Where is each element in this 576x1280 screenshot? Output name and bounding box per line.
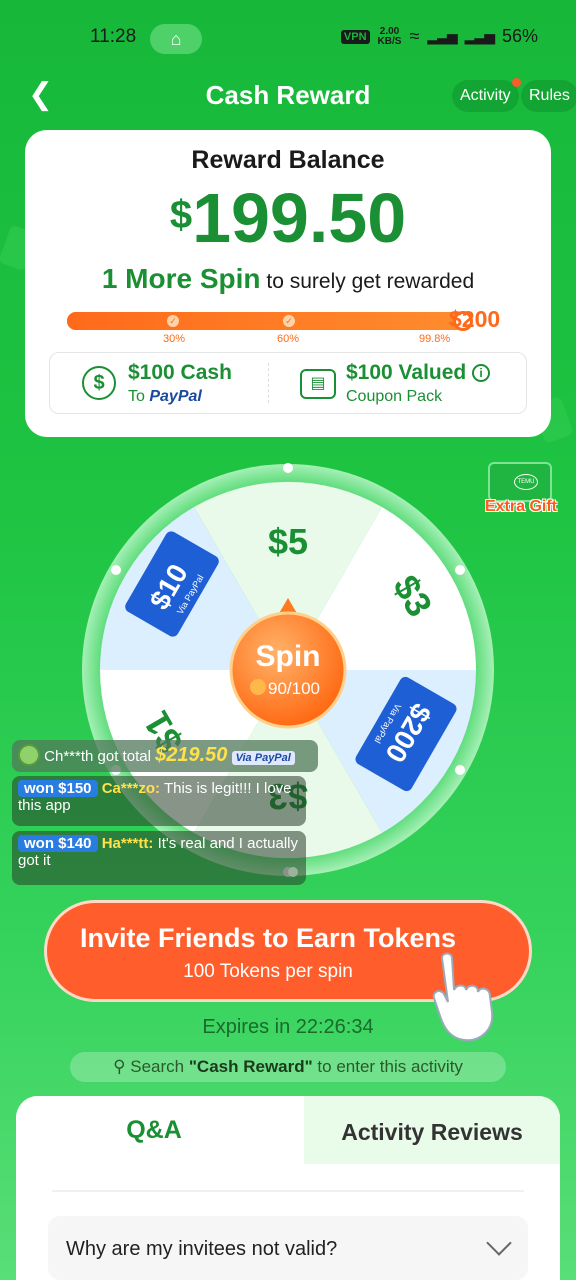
milestone-label: 60% — [277, 333, 300, 345]
milestone-label: 99.8% — [419, 333, 451, 345]
coupon-option-sub: Coupon Pack — [346, 388, 443, 405]
reward-options: $ $100 Cash To PayPal ▤ $100 Valued i Co… — [49, 352, 527, 414]
clock: 11:28 — [90, 26, 137, 47]
app-header: ❮ Cash Reward Activity Rules — [0, 76, 576, 116]
token-coin-icon — [250, 679, 266, 695]
rim-light — [455, 565, 465, 575]
spin-hint-highlight: 1 More Spin — [101, 263, 261, 294]
info-icon[interactable]: i — [472, 364, 491, 382]
hotspot-icon: ⌂ — [150, 24, 202, 54]
invite-title: Invite Friends to Earn Tokens — [79, 923, 457, 953]
signal-icon: ▂▃▅ — [427, 28, 457, 44]
rules-button[interactable]: Rules — [521, 80, 576, 112]
signal-icon-2: ▂▃▅ — [464, 28, 495, 44]
milestone-label: 30% — [163, 333, 186, 345]
paypal-brand: PayPal — [149, 388, 202, 405]
cash-to: To — [128, 388, 145, 405]
spin-hint: 1 More Spin to surely get rewarded — [25, 263, 551, 295]
winner-amount: $219.50 — [155, 744, 228, 766]
rim-light — [283, 463, 293, 473]
winner-user: Ch***th got total — [44, 748, 151, 765]
balance-value: 199.50 — [192, 179, 407, 257]
tab-activity-reviews[interactable]: Activity Reviews — [304, 1096, 560, 1164]
vpn-badge: VPN — [340, 29, 370, 44]
segment-label: $5 — [268, 521, 308, 562]
status-icons: VPN 2.00 KB/S ≈ ▂▃▅ ▂▃▅ 56% — [340, 26, 538, 47]
via-paypal-badge: Via PayPal — [231, 751, 295, 765]
token-count: 90/100 — [268, 679, 320, 698]
reward-progress-bar: ✓ ✓ — [67, 311, 473, 331]
feed-indicator — [288, 867, 298, 877]
rim-light — [111, 565, 121, 575]
status-bar: 11:28 ⌂ VPN 2.00 KB/S ≈ ▂▃▅ ▂▃▅ 56% — [0, 0, 576, 76]
milestone-check-icon: ✓ — [283, 315, 295, 327]
avatar — [18, 744, 40, 766]
winner-banner: Ch***th got total $219.50 Via PayPal — [12, 740, 318, 772]
search-hint: ⚲ Search "Cash Reward" to enter this act… — [70, 1052, 506, 1082]
network-speed: 2.00 KB/S — [377, 26, 402, 47]
progress-fill — [67, 312, 471, 330]
wallet-icon: ▤ — [300, 369, 336, 399]
via-label: Via — [235, 752, 252, 764]
feed-item: won $140 Ha***tt: It's real and I actual… — [12, 831, 306, 885]
panel-divider — [52, 1190, 524, 1192]
currency-symbol: $ — [169, 193, 193, 237]
won-badge: won $150 — [18, 780, 98, 797]
feed-item: won $150 Ca***zo: This is legit!!! I lov… — [12, 776, 306, 826]
feed-username: Ca***zo: — [101, 780, 161, 797]
balance-amount: $199.50 — [25, 178, 551, 258]
activity-button[interactable]: Activity — [452, 78, 521, 112]
temu-logo: TEMU — [514, 474, 538, 490]
faq-item[interactable]: Why are my invitees not valid? — [48, 1216, 528, 1280]
option-divider — [268, 363, 269, 403]
expiry-countdown: Expires in 22:26:34 — [202, 1016, 374, 1038]
reward-balance-card: Reward Balance $199.50 1 More Spin to su… — [25, 130, 551, 437]
wifi-icon: ≈ — [409, 26, 420, 46]
invite-subtitle: 100 Tokens per spin — [183, 961, 353, 982]
activity-label: Activity — [460, 87, 511, 104]
coupon-option-title: $100 Valued i — [346, 361, 491, 385]
gift-box-icon: TEMU — [488, 462, 552, 502]
feed-username: Ha***tt: — [101, 835, 154, 852]
info-panel: Q&A Activity Reviews Why are my invitees… — [16, 1096, 560, 1280]
milestone-check-icon: ✓ — [167, 315, 179, 327]
cash-option-sub: To PayPal — [128, 388, 202, 406]
coupon-title: $100 Valued — [346, 361, 467, 384]
cash-option-title: $100 Cash — [128, 361, 232, 384]
rim-light — [455, 765, 465, 775]
chevron-down-icon — [486, 1230, 512, 1256]
spin-hint-text: to surely get rewarded — [266, 270, 475, 293]
won-badge: won $140 — [18, 835, 98, 852]
search-keyword: "Cash Reward" — [188, 1057, 313, 1076]
notification-dot — [511, 78, 521, 87]
search-icon: ⚲ — [113, 1057, 126, 1076]
balance-title: Reward Balance — [191, 146, 385, 174]
faq-question: Why are my invitees not valid? — [66, 1238, 338, 1260]
battery-level: 56% — [501, 26, 538, 46]
search-suffix: to enter this activity — [317, 1057, 463, 1076]
tab-qa[interactable]: Q&A — [16, 1096, 292, 1164]
paypal-label: PayPal — [254, 752, 291, 764]
spin-label: Spin — [256, 640, 321, 673]
dollar-coin-icon: $ — [82, 366, 116, 400]
speed-unit: KB/S — [377, 35, 402, 47]
goal-amount: $200 — [449, 306, 501, 332]
search-prefix: Search — [130, 1057, 185, 1076]
